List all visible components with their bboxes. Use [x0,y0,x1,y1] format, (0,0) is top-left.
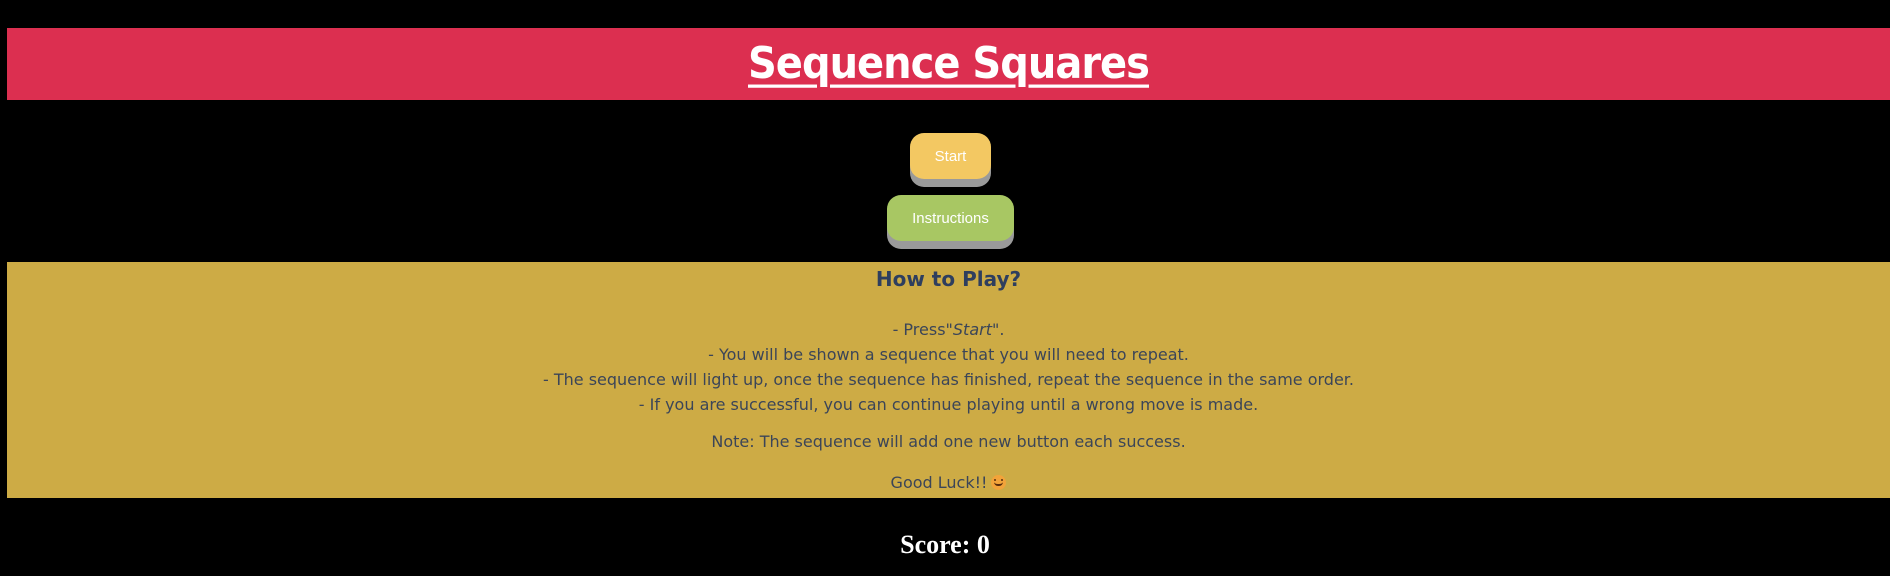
how-to-play-panel: How to Play? - Press"Start". - You will … [7,262,1890,498]
score-display: Score: 0 [0,530,1890,560]
how-to-play-heading: How to Play? [875,267,1022,291]
instruction-step-4: - If you are successful, you can continu… [638,395,1259,414]
step-1-prefix: - Press [892,320,946,339]
game-title: Sequence Squares [748,39,1150,89]
good-luck-text: Good Luck!! [890,473,988,492]
instruction-note: Note: The sequence will add one new butt… [711,432,1186,451]
start-button[interactable]: Start [910,133,991,179]
instructions-button[interactable]: Instructions [887,195,1014,241]
step-1-emphasis: "Start" [945,320,1000,339]
game-page: Sequence Squares Start Instructions How … [0,0,1890,576]
instruction-step-3: - The sequence will light up, once the s… [543,370,1354,389]
instruction-step-2: - You will be shown a sequence that you … [708,345,1189,364]
score-label: Score: [900,530,977,559]
instruction-step-1: - Press"Start". [7,317,1890,342]
score-value: 0 [976,530,990,559]
step-1-suffix: . [999,320,1005,339]
instruction-steps: - Press"Start". - You will be shown a se… [7,317,1890,417]
smiling-face-icon [991,475,1007,490]
good-luck-line: Good Luck!! [7,473,1890,492]
title-banner: Sequence Squares [7,28,1890,100]
